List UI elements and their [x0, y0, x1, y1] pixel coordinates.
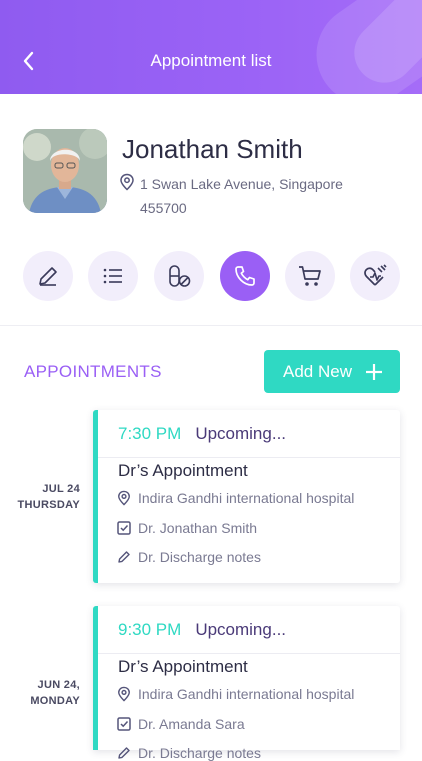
date-day: JUN 24, [37, 679, 80, 691]
appointment-time: 7:30 PM [118, 423, 182, 443]
cart-icon [299, 266, 321, 286]
date-weekday: THURSDAY [17, 499, 80, 511]
patient-address: 1 Swan Lake Avenue, Singapore 455700 [140, 172, 380, 220]
cart-button[interactable] [285, 251, 335, 301]
quick-actions [23, 251, 400, 301]
appointment-title: Dr’s Appointment [118, 461, 248, 480]
phone-icon [235, 266, 255, 286]
location-pin-icon [118, 686, 130, 702]
doctor-text: Dr. Amanda Sara [138, 716, 245, 732]
plus-icon [366, 364, 382, 380]
pills-icon [169, 265, 191, 287]
date-day: JUL 24 [42, 483, 80, 495]
appointment-location: Indira Gandhi international hospital [117, 490, 354, 506]
location-text: Indira Gandhi international hospital [138, 490, 355, 506]
appointment-header: 7:30 PM Upcoming... [98, 410, 400, 458]
location-pin-icon [118, 490, 130, 506]
patient-name: Jonathan Smith [122, 134, 303, 164]
appointment-card[interactable]: 9:30 PM Upcoming... Dr’s Appointment Ind… [93, 606, 400, 761]
appointment-doctor: Dr. Amanda Sara [117, 716, 245, 732]
location-pin-icon [120, 173, 134, 191]
appointment-doctor: Dr. Jonathan Smith [117, 520, 257, 536]
appointment-header: 9:30 PM Upcoming... [98, 606, 400, 654]
location-text: Indira Gandhi international hospital [138, 686, 355, 702]
call-button[interactable] [220, 251, 270, 301]
address-line: 1 Swan Lake Avenue, Singapore [140, 176, 343, 192]
medication-button[interactable] [154, 251, 204, 301]
pencil-icon [118, 551, 130, 563]
pencil-icon [118, 747, 130, 759]
health-button[interactable] [350, 251, 400, 301]
list-icon [103, 268, 122, 284]
appointment-date: JUN 24, MONDAY [0, 677, 80, 709]
doctor-text: Dr. Jonathan Smith [138, 520, 258, 536]
add-new-button[interactable]: Add New [264, 350, 400, 393]
date-weekday: MONDAY [30, 695, 80, 707]
add-new-label: Add New [283, 361, 352, 381]
divider [0, 325, 422, 326]
appointment-status: Upcoming... [195, 423, 287, 443]
appointment-location: Indira Gandhi international hospital [117, 686, 354, 702]
appointment-card[interactable]: 7:30 PM Upcoming... Dr’s Appointment Ind… [93, 410, 400, 583]
appointment-note[interactable]: Dr. Discharge notes [117, 745, 261, 761]
checkbox-icon [117, 717, 131, 731]
note-text: Dr. Discharge notes [138, 745, 261, 761]
appointment-status: Upcoming... [195, 619, 287, 639]
appointment-time: 9:30 PM [118, 619, 182, 639]
page-title: Appointment list [150, 51, 272, 70]
section-title: APPOINTMENTS [24, 362, 162, 381]
app-header: Appointment list [0, 0, 422, 94]
appointment-date: JUL 24 THURSDAY [0, 481, 80, 513]
edit-button[interactable] [23, 251, 73, 301]
edit-icon [39, 267, 57, 286]
appointment-title: Dr’s Appointment [118, 657, 248, 676]
appointment-note[interactable]: Dr. Discharge notes [117, 549, 261, 565]
avatar [23, 129, 107, 213]
heart-pulse-icon [364, 264, 387, 286]
note-text: Dr. Discharge notes [138, 549, 261, 565]
checkbox-icon [117, 521, 131, 535]
address-postcode: 455700 [140, 200, 187, 216]
list-button[interactable] [88, 251, 138, 301]
